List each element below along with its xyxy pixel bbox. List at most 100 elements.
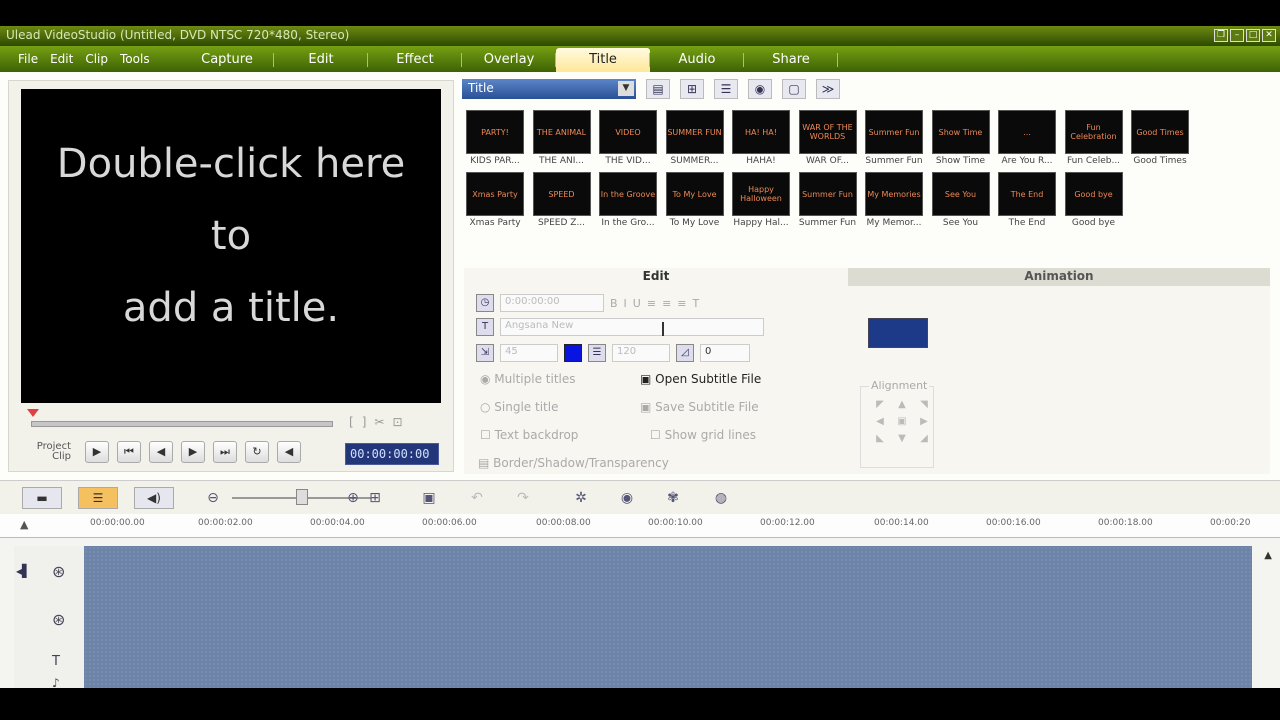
chevron-down-icon[interactable]: ▼ <box>618 81 634 96</box>
save-subtitle-button[interactable]: ▣ Save Subtitle File <box>640 400 759 414</box>
next-frame-button[interactable]: ▶ <box>181 441 205 463</box>
title-thumbnail[interactable]: In the Groove In the Gro... <box>599 172 657 228</box>
end-button[interactable]: ⏭ <box>213 441 237 463</box>
multiple-titles-radio[interactable]: ◉ Multiple titles <box>480 372 576 386</box>
align-left-icon[interactable]: ◀ <box>869 416 891 427</box>
align-top-left-icon[interactable]: ◤ <box>869 399 891 410</box>
track-toggle-icon[interactable]: ◂▌ <box>16 564 31 578</box>
timeline-ruler[interactable]: ▲ 00:00:00.00 00:00:02.00 00:00:04.00 00… <box>0 514 1280 538</box>
previous-frame-button[interactable]: ◀ <box>149 441 173 463</box>
library-manager-icon[interactable]: ☰ <box>714 79 738 99</box>
step-share[interactable]: Share <box>744 48 838 72</box>
mark-in-icon[interactable]: [ <box>349 415 354 429</box>
maximize-icon[interactable]: □ <box>1246 29 1260 42</box>
title-thumbnail[interactable]: Good Times Good Times <box>1131 110 1189 166</box>
bold-icon[interactable]: B <box>610 297 618 310</box>
undo-icon[interactable]: ↶ <box>464 487 490 509</box>
redo-icon[interactable]: ↷ <box>510 487 536 509</box>
title-thumbnail[interactable]: Show Time Show Time <box>931 110 990 166</box>
align-bottom-icon[interactable]: ▼ <box>891 433 913 444</box>
font-size-icon[interactable]: ⇲ <box>476 344 494 362</box>
step-capture[interactable]: Capture <box>180 48 274 72</box>
open-subtitle-button[interactable]: ▣ Open Subtitle File <box>640 372 761 386</box>
underline-icon[interactable]: U <box>633 297 641 310</box>
title-thumbnail[interactable]: Fun Celebration Fun Celeb... <box>1064 110 1123 166</box>
align-bottom-left-icon[interactable]: ◣ <box>869 433 891 444</box>
fit-project-icon[interactable]: ⊞ <box>362 487 388 509</box>
step-effect[interactable]: Effect <box>368 48 462 72</box>
scroll-up-icon[interactable]: ▲ <box>1264 550 1272 561</box>
step-overlay[interactable]: Overlay <box>462 48 556 72</box>
angle-icon[interactable]: ◿ <box>676 344 694 362</box>
step-edit[interactable]: Edit <box>274 48 368 72</box>
menu-clip[interactable]: Clip <box>85 52 108 66</box>
auto-music-icon[interactable]: ◍ <box>708 487 734 509</box>
mode-toggle[interactable]: Project Clip <box>17 442 71 462</box>
title-thumbnail[interactable]: Xmas Party Xmas Party <box>466 172 524 228</box>
step-audio[interactable]: Audio <box>650 48 744 72</box>
italic-icon[interactable]: I <box>624 297 627 310</box>
title-thumbnail[interactable]: WAR OF THE WORLDS WAR OF... <box>798 110 857 166</box>
title-thumbnail[interactable]: VIDEO THE VID... <box>599 110 657 166</box>
volume-button[interactable]: ◀ <box>277 441 301 463</box>
split-icon[interactable]: ✂ <box>374 415 384 429</box>
folder-icon[interactable]: ▤ <box>646 79 670 99</box>
line-spacing-icon[interactable]: ☰ <box>588 344 606 362</box>
scrub-bar[interactable] <box>31 421 333 427</box>
title-thumbnail[interactable]: THE ANIMAL THE ANI... <box>532 110 591 166</box>
voice-track-icon[interactable]: ♪ <box>52 676 60 690</box>
preview-screen[interactable]: Double-click here to add a title. <box>21 89 441 403</box>
enlarge-icon[interactable]: ⊡ <box>392 415 402 429</box>
repeat-button[interactable]: ↻ <box>245 441 269 463</box>
audio-mixer-icon[interactable]: ✾ <box>660 487 686 509</box>
title-thumbnail[interactable]: ... Are You R... <box>998 110 1056 166</box>
import-icon[interactable]: ⊞ <box>680 79 704 99</box>
library-category-select[interactable]: Title ▼ <box>462 79 636 99</box>
options-icon[interactable]: ◉ <box>748 79 772 99</box>
title-track-icon[interactable]: T <box>52 654 60 669</box>
align-top-right-icon[interactable]: ◥ <box>913 399 935 410</box>
font-select[interactable]: Angsana New <box>500 318 764 336</box>
insert-media-icon[interactable]: ▣ <box>416 487 442 509</box>
align-bottom-right-icon[interactable]: ◢ <box>913 433 935 444</box>
track-area[interactable] <box>84 546 1252 688</box>
smart-proxy-icon[interactable]: ◉ <box>614 487 640 509</box>
title-thumbnail[interactable]: Summer Fun Summer Fun <box>798 172 857 228</box>
timecode-field[interactable]: 00:00:00:00 <box>345 443 439 465</box>
title-thumbnail[interactable]: The End The End <box>998 172 1056 228</box>
align-top-icon[interactable]: ▲ <box>891 399 913 410</box>
preset-swatch[interactable] <box>868 318 928 348</box>
menu-file[interactable]: File <box>18 52 38 66</box>
single-title-radio[interactable]: ○ Single title <box>480 400 558 414</box>
close-icon[interactable]: ✕ <box>1262 29 1276 42</box>
mark-out-icon[interactable]: ] <box>362 415 367 429</box>
align-left-icon[interactable]: ≡ <box>647 297 656 310</box>
zoom-out-icon[interactable]: ⊖ <box>200 487 226 509</box>
zoom-slider-knob[interactable] <box>296 489 308 505</box>
delete-icon[interactable]: ▢ <box>782 79 806 99</box>
minimize-icon[interactable]: – <box>1230 29 1244 42</box>
tab-edit[interactable]: Edit <box>464 268 848 286</box>
title-thumbnail[interactable]: My Memories My Memor... <box>865 172 923 228</box>
angle-field[interactable]: 0 <box>700 344 750 362</box>
title-thumbnail[interactable]: Happy Halloween Happy Hal... <box>732 172 790 228</box>
font-icon[interactable]: T <box>476 318 494 336</box>
step-title[interactable]: Title <box>556 48 650 72</box>
menu-edit[interactable]: Edit <box>50 52 73 66</box>
scroll-up-icon[interactable]: ▲ <box>20 518 28 531</box>
video-track-icon[interactable]: ⊛ <box>52 562 65 581</box>
font-size-field[interactable]: 45 <box>500 344 558 362</box>
duration-icon[interactable]: ◷ <box>476 294 494 312</box>
text-backdrop-checkbox[interactable]: ☐ Text backdrop <box>480 428 578 442</box>
title-thumbnail[interactable]: HA! HA! HAHA! <box>732 110 790 166</box>
duration-field[interactable]: 0:00:00:00 <box>500 294 604 312</box>
line-spacing-field[interactable]: 120 <box>612 344 670 362</box>
overlay-track-icon[interactable]: ⊛ <box>52 610 65 629</box>
align-center-icon[interactable]: ≡ <box>662 297 671 310</box>
title-thumbnail[interactable]: See You See You <box>931 172 990 228</box>
storyboard-view-button[interactable]: ▬ <box>22 487 62 509</box>
restore-icon[interactable]: ❐ <box>1214 29 1228 42</box>
title-thumbnail[interactable]: Good bye Good bye <box>1064 172 1123 228</box>
color-swatch[interactable] <box>564 344 582 362</box>
align-center-icon[interactable]: ▣ <box>891 416 913 427</box>
